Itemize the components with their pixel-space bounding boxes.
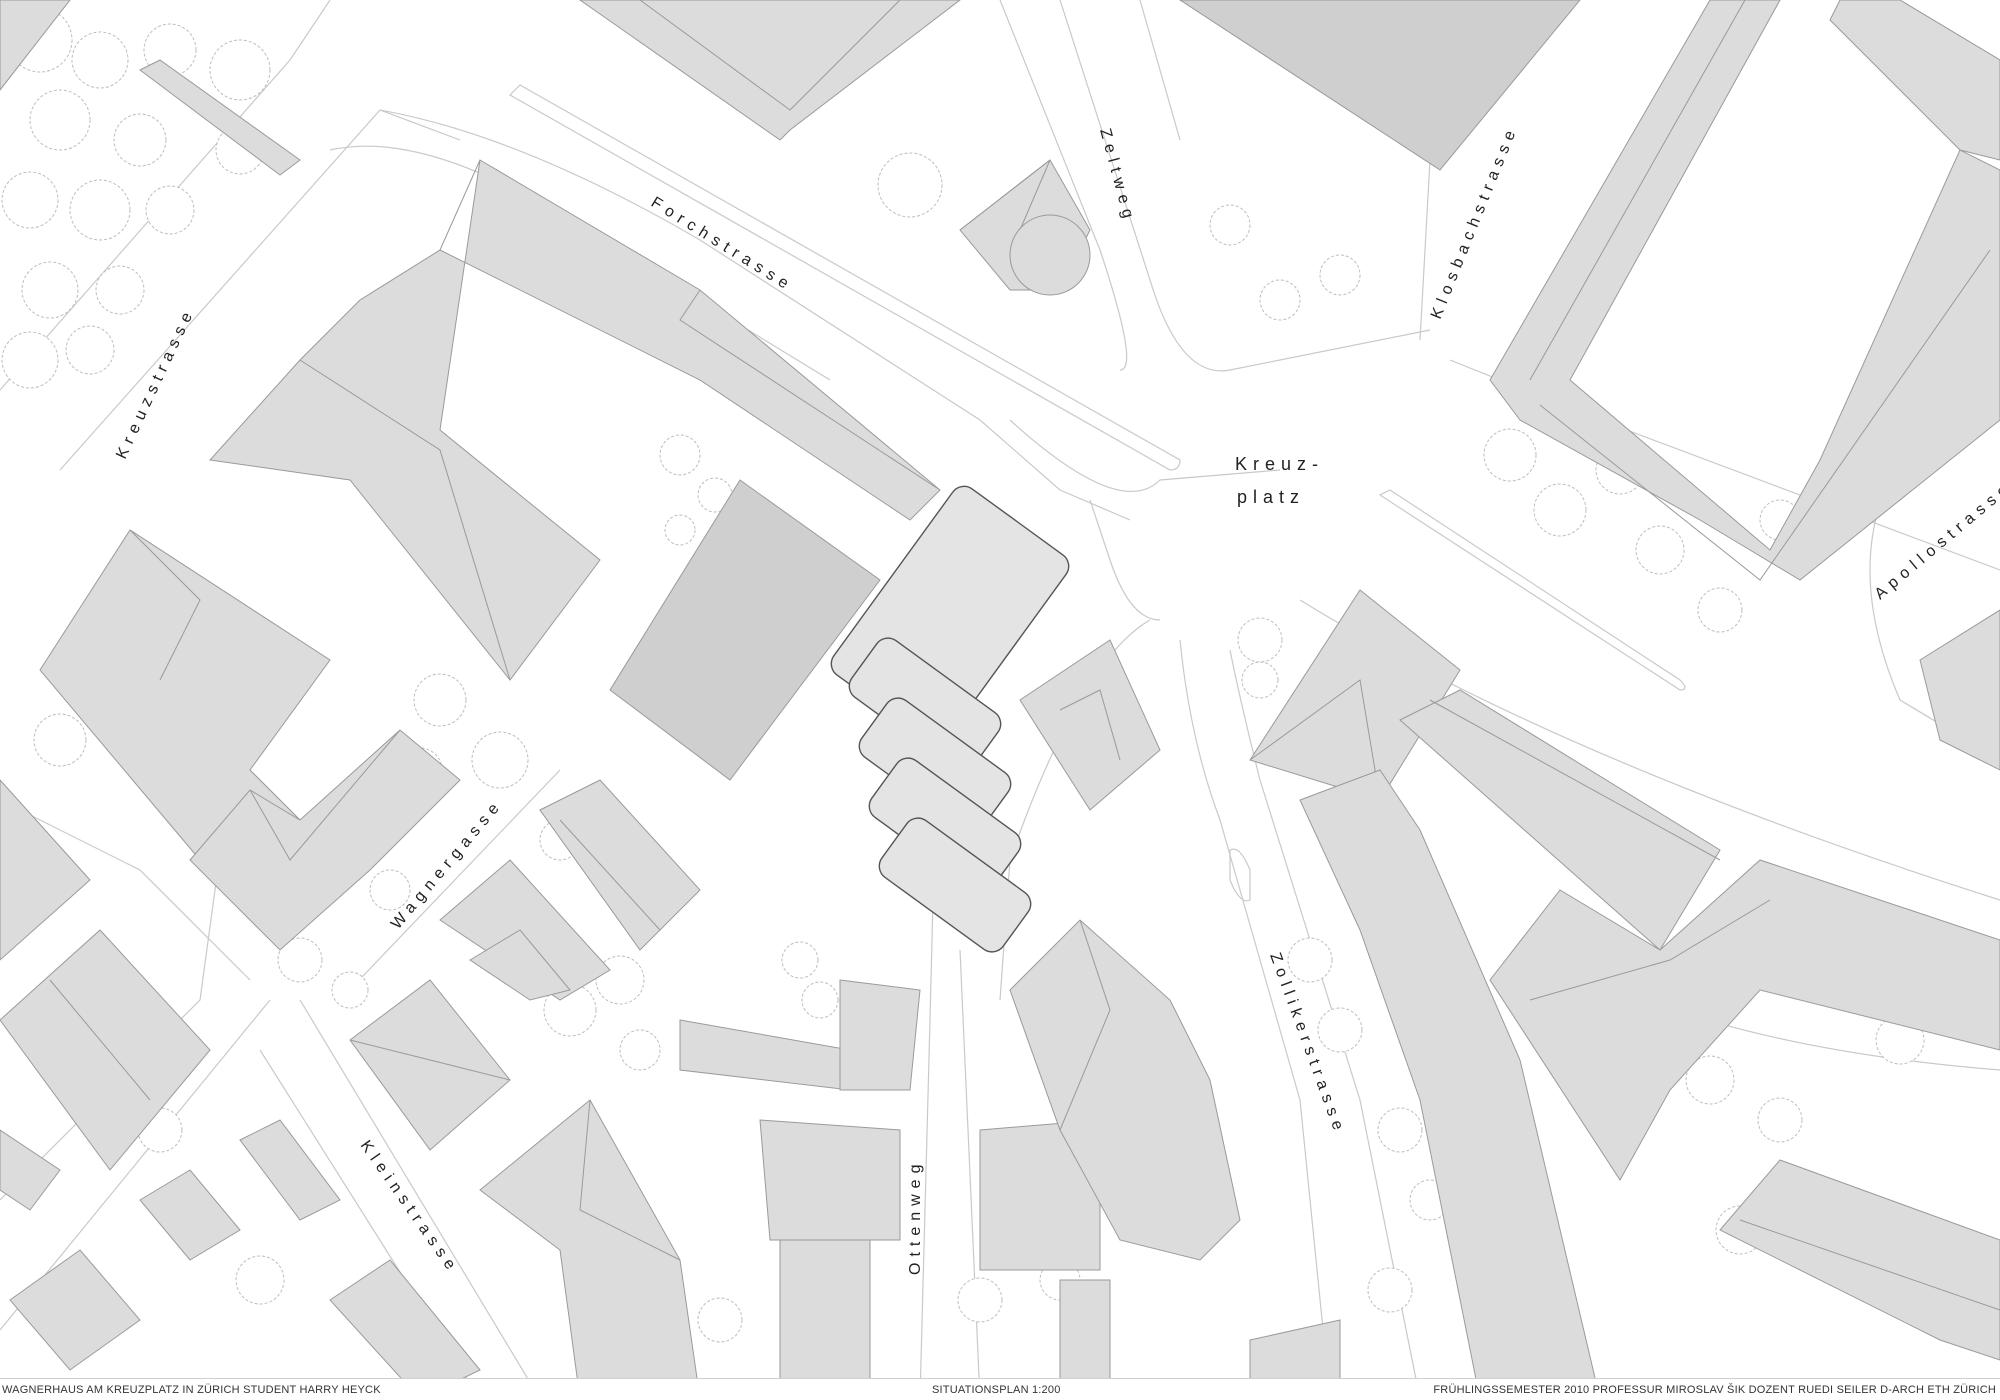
street-label-kreuzstrasse: Kreuzstrasse — [113, 305, 198, 462]
site-plan-map: Forchstrasse Zeltweg Klosbachstrasse Kre… — [0, 0, 2000, 1399]
street-label-ottenweg: Ottenweg — [907, 1159, 924, 1275]
footer-plan-title: SITUATIONSPLAN 1:200 — [932, 1384, 1061, 1396]
footer-project-info: WAGNERHAUS AM KREUZPLATZ IN ZÜRICH STUDE… — [2, 1384, 381, 1396]
buildings — [0, 0, 2000, 1399]
street-label-kleinstrasse: Kleinstrasse — [357, 1138, 462, 1278]
street-label-zeltweg: Zeltweg — [1096, 127, 1138, 226]
plaza-label-line2: platz — [1237, 487, 1305, 507]
footer-institution-info: FRÜHLINGSSEMESTER 2010 PROFESSUR MIROSLA… — [1433, 1384, 1996, 1396]
plaza-label-line1: Kreuz- — [1235, 454, 1324, 474]
title-block: WAGNERHAUS AM KREUZPLATZ IN ZÜRICH STUDE… — [0, 1378, 2000, 1400]
